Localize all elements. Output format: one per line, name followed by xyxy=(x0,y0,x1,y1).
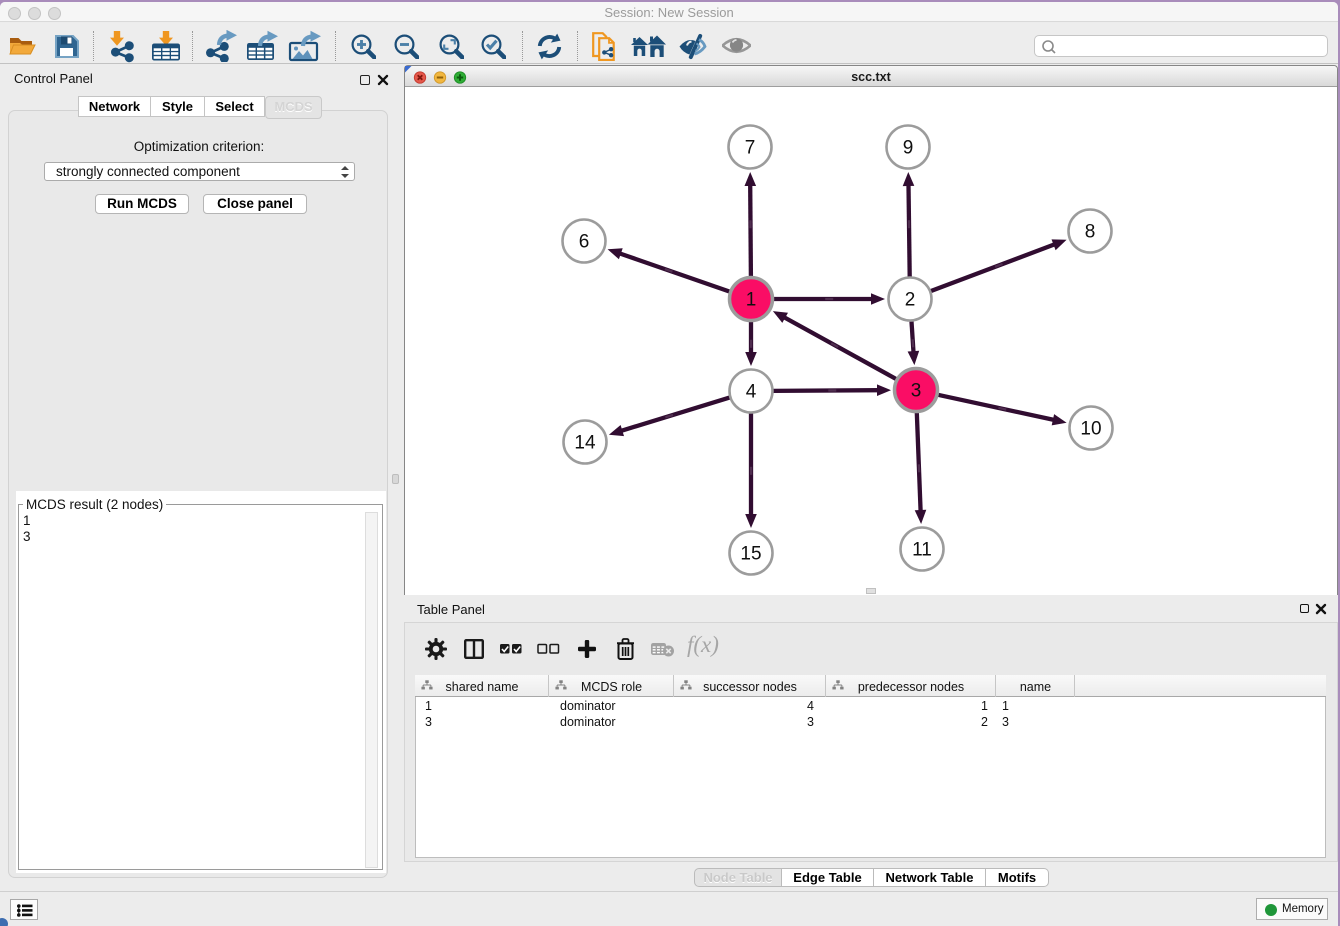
svg-text:15: 15 xyxy=(740,544,761,565)
svg-text:3: 3 xyxy=(911,381,922,402)
svg-text:10: 10 xyxy=(1080,419,1101,440)
svg-text:11: 11 xyxy=(912,540,932,561)
svg-text:14: 14 xyxy=(574,433,596,454)
svg-text:8: 8 xyxy=(1085,222,1096,243)
svg-text:6: 6 xyxy=(579,232,590,253)
svg-text:1: 1 xyxy=(746,290,757,311)
svg-text:2: 2 xyxy=(905,290,916,311)
svg-text:9: 9 xyxy=(903,138,914,159)
svg-text:4: 4 xyxy=(746,382,757,403)
svg-text:7: 7 xyxy=(745,138,756,159)
